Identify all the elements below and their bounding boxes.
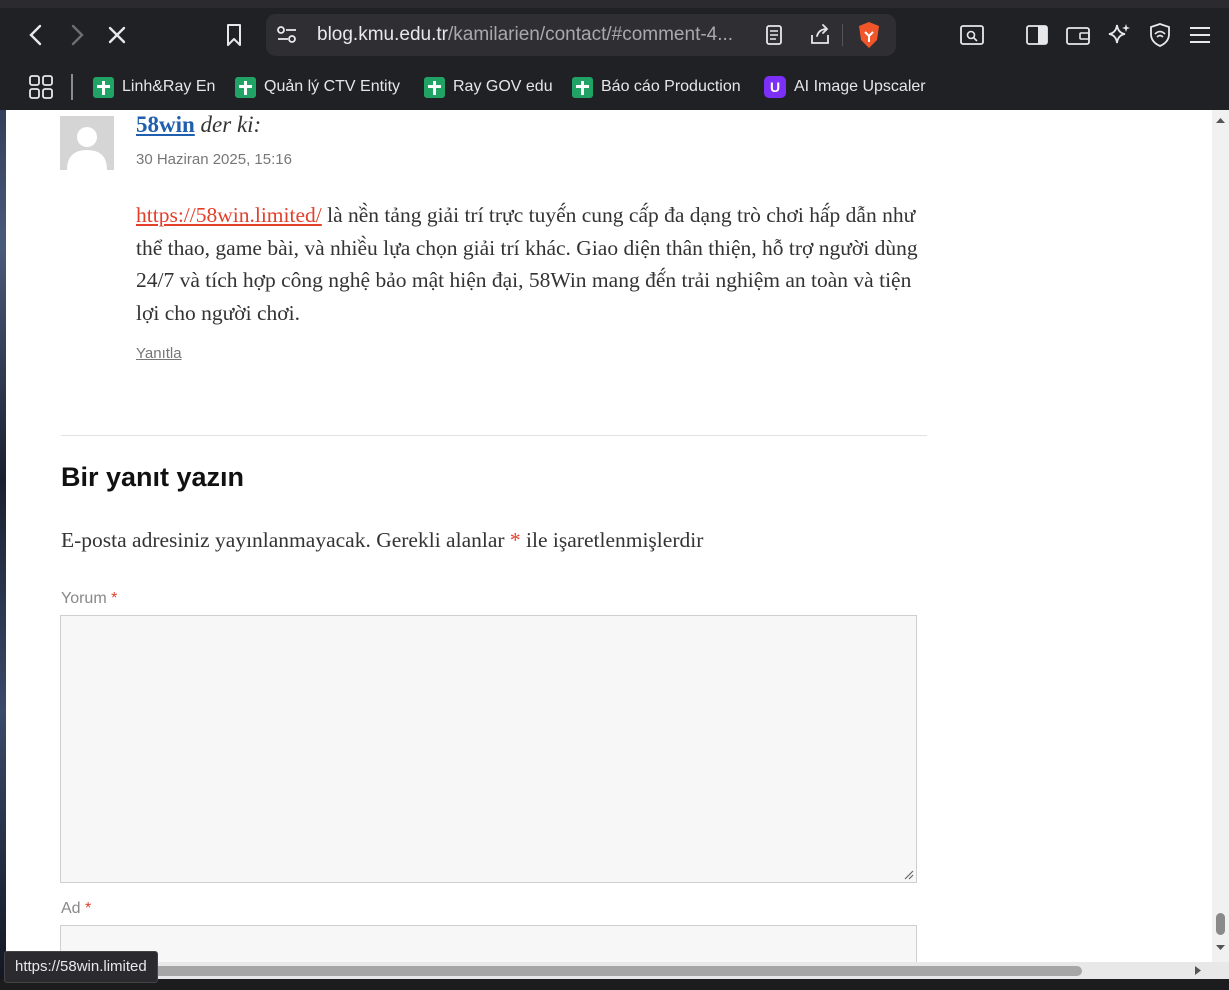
divider [61, 435, 927, 436]
vertical-scroll-thumb[interactable] [1216, 913, 1225, 935]
sidebar-icon [1026, 25, 1048, 45]
bookmark-quan-ly-ctv-entity[interactable]: Quản lý CTV Entity [235, 73, 400, 101]
avatar [60, 116, 114, 170]
comment-date[interactable]: 30 Haziran 2025, 15:16 [136, 151, 292, 168]
main-menu-button[interactable] [1185, 20, 1215, 50]
brave-shields-icon[interactable] [856, 21, 882, 49]
spreadsheet-icon [572, 76, 593, 98]
reply-form-title: Bir yanıt yazın [61, 462, 245, 492]
required-mark: * [85, 900, 92, 917]
site-settings-icon [277, 26, 296, 43]
ai-upscaler-icon: U [764, 76, 786, 98]
url-path: /kamilarien/contact/#comment-4... [447, 24, 734, 45]
spreadsheet-icon [235, 76, 256, 98]
scroll-up-arrow-icon[interactable] [1215, 116, 1226, 124]
note-text: E-posta adresiniz yayınlanmayacak. Gerek… [61, 528, 510, 552]
bookmark-linh-ray-en[interactable]: Linh&Ray En [93, 73, 215, 101]
comment-link[interactable]: https://58win.limited/ [136, 203, 322, 227]
close-icon [108, 26, 126, 44]
horizontal-scrollbar[interactable] [6, 962, 1229, 979]
apps-button[interactable] [28, 73, 54, 101]
comment-textarea[interactable] [60, 615, 917, 883]
default-avatar-icon [67, 127, 107, 170]
hamburger-menu-icon [1190, 27, 1210, 43]
address-bar[interactable]: blog.kmu.edu.tr/kamilarien/contact/#comm… [266, 14, 896, 56]
tab-strip [0, 0, 1229, 8]
forward-button[interactable] [62, 20, 92, 50]
bookmark-ray-gov-edu[interactable]: Ray GOV edu [424, 73, 553, 101]
bookmarks-divider [71, 74, 73, 100]
required-fields-note: E-posta adresiniz yayınlanmayacak. Gerek… [61, 528, 703, 553]
comment-label-text: Yorum [61, 590, 107, 607]
back-button[interactable] [21, 20, 51, 50]
tab-search-button[interactable] [957, 20, 987, 50]
stop-loading-button[interactable] [102, 20, 132, 50]
required-mark: * [111, 590, 118, 607]
note-text-end: ile işaretlenmişlerdir [520, 528, 704, 552]
window-bottom-edge [0, 979, 1229, 990]
tab-search-icon [960, 25, 984, 45]
bookmark-icon [227, 24, 241, 46]
url-text: blog.kmu.edu.tr/kamilarien/contact/#comm… [317, 24, 733, 46]
wallet-icon [1066, 27, 1090, 45]
name-label-text: Ad [61, 900, 81, 917]
address-bar-divider [842, 24, 843, 46]
required-mark: * [509, 528, 521, 552]
vpn-shield-icon [1150, 23, 1170, 47]
bookmark-ai-image-upscaler[interactable]: U AI Image Upscaler [764, 73, 926, 101]
says-text: der ki: [200, 112, 262, 137]
sparkle-icon [1108, 24, 1130, 44]
wallet-button[interactable] [1063, 20, 1093, 50]
comment-field-label: Yorum * [61, 590, 117, 608]
bookmark-label: Linh&Ray En [122, 78, 216, 95]
author-link[interactable]: 58win [136, 112, 195, 137]
link-status-bar: https://58win.limited [4, 951, 158, 983]
vpn-button[interactable] [1145, 20, 1175, 50]
sidebar-toggle-button[interactable] [1022, 20, 1052, 50]
bookmark-label: Báo cáo Production [601, 78, 741, 95]
share-icon[interactable] [808, 23, 832, 47]
vertical-scrollbar[interactable] [1212, 110, 1229, 962]
comment-author: 58win der ki: [136, 112, 261, 138]
name-field-label: Ad * [61, 900, 91, 918]
spreadsheet-icon [93, 76, 114, 98]
name-input[interactable] [60, 925, 917, 962]
scroll-right-arrow-icon[interactable] [1194, 965, 1202, 976]
resize-handle-icon[interactable] [904, 870, 914, 880]
page-content: 58win der ki: 30 Haziran 2025, 15:16 htt… [6, 110, 1212, 962]
forward-icon [71, 24, 84, 46]
comment-text: https://58win.limited/ là nề̀n tảng giải… [136, 199, 931, 329]
reply-link[interactable]: Yanıtla [136, 345, 182, 362]
bookmarks-bar: Linh&Ray En Quản lý CTV Entity Ray GOV e… [0, 64, 1229, 110]
bookmark-page-button[interactable] [219, 20, 249, 50]
horizontal-scroll-thumb[interactable] [116, 966, 1082, 976]
url-host: blog.kmu.edu.tr [317, 24, 448, 45]
bookmark-label: AI Image Upscaler [794, 78, 926, 95]
reader-mode-icon[interactable] [765, 25, 783, 45]
leo-ai-button[interactable] [1104, 20, 1134, 50]
spreadsheet-icon [424, 76, 445, 98]
browser-toolbar: blog.kmu.edu.tr/kamilarien/contact/#comm… [0, 0, 1229, 70]
bookmark-bao-cao-production[interactable]: Báo cáo Production [572, 73, 741, 101]
bookmark-label: Quản lý CTV Entity [264, 78, 401, 95]
back-icon [29, 24, 42, 46]
scroll-down-arrow-icon[interactable] [1215, 944, 1226, 952]
apps-grid-icon [29, 75, 53, 99]
bookmark-label: Ray GOV edu [453, 78, 553, 95]
